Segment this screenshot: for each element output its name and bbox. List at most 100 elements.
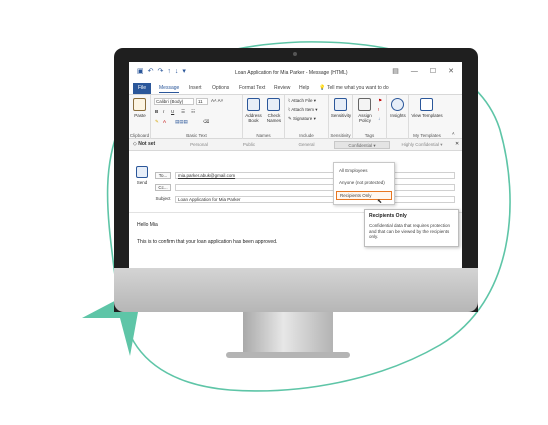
tooltip: Recipients Only Confidential data that r… [364,209,459,247]
tab-file[interactable]: File [133,83,151,94]
tab-message[interactable]: Message [159,85,180,93]
camera-icon [293,52,297,56]
font-color-icon[interactable]: A [163,119,166,124]
view-templates-icon[interactable] [420,98,433,111]
numbering-icon[interactable]: ☷ [191,109,195,115]
minimize-button[interactable]: — [411,68,418,76]
check-names-button[interactable]: Check Names [263,113,285,123]
save-icon[interactable]: ▣ [137,68,144,76]
recipient-chip[interactable]: mia.parker.abuk@gmail.com [178,173,235,178]
dropdown-item-anyone[interactable]: Anyone (not protected) [336,178,392,187]
sensitivity-option-highly-confidential[interactable]: Highly Confidential ▾ [392,141,452,149]
tooltip-title: Recipients Only [369,213,407,219]
send-button[interactable]: Send [134,166,150,196]
pen-icon: ✎ [288,116,292,121]
paperclip-icon: ⌇ [288,98,291,103]
check-names-icon[interactable] [267,98,280,111]
to-field[interactable]: mia.parker.abuk@gmail.com [175,172,455,179]
attach-item-button[interactable]: ⌇ Attach Item ▾ [288,107,318,113]
view-templates-button[interactable]: View Templates [409,113,445,118]
clear-format-icon[interactable]: ⌫ [203,119,209,125]
sensitivity-option-personal[interactable]: Personal [179,141,219,149]
group-basic-text: Calibri (Body) 11 A˄ A˅ B I U ☰ ☷ ✎ A ▤▤… [151,95,243,139]
low-importance-icon[interactable]: ↓ [378,116,380,121]
flag-icon[interactable]: ⚑ [378,98,382,104]
sensitivity-option-general[interactable]: General [284,141,329,149]
italic-icon[interactable]: I [163,109,164,114]
sensitivity-icon[interactable] [334,98,347,111]
quick-access-toolbar: ▣ ↶ ↷ ↑ ↓ ▾ [137,68,186,76]
close-sensitivity-bar-button[interactable]: ✕ [455,141,459,147]
bold-icon[interactable]: B [155,109,158,114]
align-icon[interactable]: ▤▤▤ [175,119,188,125]
ribbon: Paste Clipboard Calibri (Body) 11 A˄ A˅ … [129,95,462,139]
font-name-select[interactable]: Calibri (Body) [154,98,194,105]
window-title: Loan Application for Mia Parker - Messag… [235,70,348,76]
undo-icon[interactable]: ↶ [148,68,154,76]
sensitivity-button[interactable]: Sensitivity [329,113,353,118]
attach-file-button[interactable]: ⌇ Attach File ▾ [288,98,316,104]
subject-label: Subject [155,196,171,201]
clipboard-icon[interactable] [133,98,146,111]
sensitivity-current: ◇ Not set [133,141,156,147]
group-names: Address Book Check Names Names [243,95,285,139]
insights-icon[interactable] [391,98,404,111]
group-tags: Assign Policy ⚑ ! ↓ Tags [353,95,387,139]
address-book-button[interactable]: Address Book [243,113,264,123]
address-book-icon[interactable] [247,98,260,111]
restore-button[interactable]: ☐ [430,68,436,76]
paste-button[interactable]: Paste [129,113,151,118]
underline-icon[interactable]: U [171,109,174,114]
tab-options[interactable]: Options [212,85,229,91]
outlook-message-window: ▣ ↶ ↷ ↑ ↓ ▾ Loan Application for Mia Par… [129,62,462,268]
tag-icon: ◇ [133,141,137,147]
cc-field[interactable] [175,184,455,191]
group-clipboard: Paste Clipboard [129,95,151,139]
send-icon [136,166,148,178]
up-arrow-icon[interactable]: ↑ [167,68,171,76]
tooltip-text: Confidential data that requires protecti… [369,223,451,239]
collapse-ribbon-icon[interactable]: ˄ [452,131,455,136]
font-size-select[interactable]: 11 [196,98,208,105]
group-sensitivity: Sensitivity Sensitivity [329,95,353,139]
signature-button[interactable]: ✎ Signature ▾ [288,116,316,122]
customize-icon[interactable]: ▾ [182,68,186,76]
monitor-foot [226,352,350,358]
tell-me-box[interactable]: Tell me what you want to do [327,85,389,91]
highlight-icon[interactable]: ✎ [155,119,159,125]
body-greeting[interactable]: Hello Mia [137,222,158,228]
body-paragraph[interactable]: This is to confirm that your loan applic… [137,239,277,245]
tab-insert[interactable]: Insert [189,85,202,91]
sensitivity-dropdown: All Employees Anyone (not protected) Rec… [333,162,395,205]
tab-format-text[interactable]: Format Text [239,85,265,91]
subject-field[interactable]: Loan Application for Mia Parker [175,196,455,203]
sensitivity-option-confidential[interactable]: Confidential ▾ [334,141,390,149]
ribbon-display-icon[interactable]: ▤ [392,68,399,76]
high-importance-icon[interactable]: ! [378,107,379,112]
group-include: ⌇ Attach File ▾ ⌇ Attach Item ▾ ✎ Signat… [285,95,329,139]
group-label-names: Names [256,133,271,138]
sensitivity-option-public[interactable]: Public [229,141,269,149]
ribbon-tabs: File Message Insert Options Format Text … [129,82,462,95]
dropdown-item-recipients-only[interactable]: Recipients Only [336,191,392,200]
bullets-icon[interactable]: ☰ [181,109,185,115]
monitor-stand [243,312,333,354]
to-button[interactable]: To... [155,172,171,179]
insights-button[interactable]: Insights [387,113,409,118]
redo-icon[interactable]: ↷ [158,68,164,76]
group-insights: Insights [387,95,409,139]
cc-button[interactable]: Cc... [155,184,171,191]
assign-policy-icon[interactable] [358,98,371,111]
tab-review[interactable]: Review [274,85,290,91]
monitor-chin [114,268,478,312]
dropdown-item-all-employees[interactable]: All Employees [336,166,392,175]
assign-policy-button[interactable]: Assign Policy [353,113,377,123]
group-my-templates: View Templates My Templates [409,95,445,139]
sensitivity-bar: ◇ Not set Personal Public General Confid… [129,139,462,151]
close-button[interactable]: ✕ [448,68,454,76]
group-label-basic-text: Basic Text [186,133,207,138]
grow-shrink-font-icon[interactable]: A˄ A˅ [211,98,223,103]
down-arrow-icon[interactable]: ↓ [175,68,179,76]
tab-help[interactable]: Help [299,85,309,91]
group-label-tags: Tags [364,133,375,138]
